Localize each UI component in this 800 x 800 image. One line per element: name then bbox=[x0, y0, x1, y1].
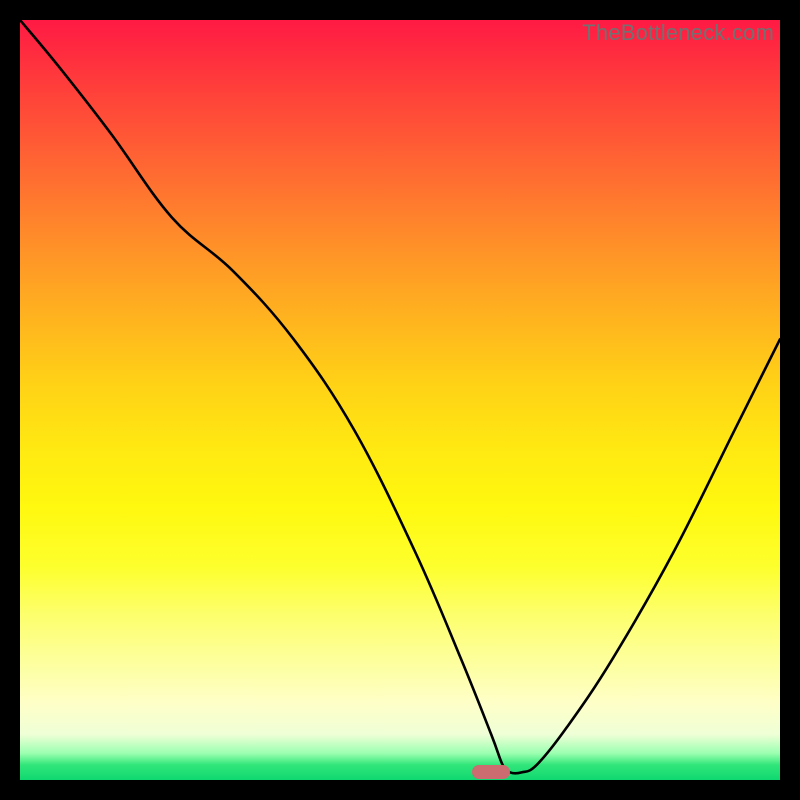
min-marker bbox=[472, 765, 510, 779]
chart-container: TheBottleneck.com bbox=[0, 0, 800, 800]
bottleneck-curve bbox=[20, 20, 780, 780]
plot-area: TheBottleneck.com bbox=[20, 20, 780, 780]
watermark-text: TheBottleneck.com bbox=[582, 20, 774, 46]
